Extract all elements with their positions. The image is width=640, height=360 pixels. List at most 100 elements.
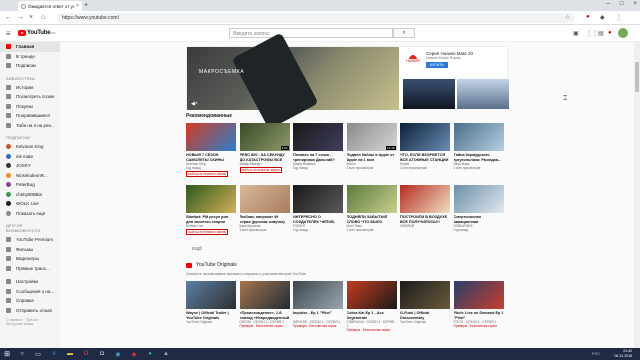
video-card[interactable]: ПОСТРОИЛИ В ВОЗДУХЕ ВСЕ ПОЛУЧИЛОСЬ!!! ОЙО… [400,185,450,235]
video-title[interactable]: ПОДНЯЛИ ЗАБЫТЫЙ СЛОВО ЧТО БЫЛО НЕКОНОМИЧ… [347,215,397,224]
windows-start-icon[interactable]: ⊞ [0,348,14,360]
channel-name[interactable]: Bortbar Live [186,224,236,228]
opera-icon[interactable]: O [78,348,94,360]
sidebar-subscription[interactable]: Показать ещё [0,209,60,219]
url-field[interactable]: https://www.youtube.com/ ☆ [57,13,575,23]
hamburger-menu-icon[interactable]: ≡ [6,29,11,38]
video-title[interactable]: «Происхождение», 1-й эпизод «Непредвиден… [240,311,290,320]
sidebar-item-watch-later[interactable]: Посмотреть позже [0,92,60,102]
video-thumbnail[interactable]: 8:52 [239,123,290,151]
video-title[interactable]: Тайна бермудского треугольника: Разгадка… [454,153,504,162]
video-card[interactable]: Cobra Kai Ep 1 - Ace Degenerate COBRA KAI… [346,281,397,332]
edge-icon[interactable]: e [46,348,62,360]
forward-icon[interactable]: → [17,14,24,21]
video-title[interactable]: G-Funk | Official Documentary [400,311,450,320]
app-icon-3[interactable]: ▲ [158,348,174,360]
search-icon[interactable]: ○ [14,348,30,360]
video-thumbnail[interactable] [453,185,504,213]
sidebar-subscription[interactable]: cheby808Bla [0,190,60,200]
messages-icon[interactable]: ▤ [598,30,604,37]
video-card[interactable]: ИНТЕРЕСНО О СОЗДАТЕЛЯХ ЧИПОВ, ЧИПЫ ДЛЯ И… [293,185,343,235]
video-thumbnail[interactable] [346,185,397,213]
video-card[interactable]: G-Funk | Official Documentary YouTube Ori… [400,281,450,332]
video-card[interactable]: Wayne | Official Trailer | YouTube Origi… [186,281,236,332]
sidebar-item-purchases[interactable]: Покупки [0,102,60,112]
sidebar-item-help[interactable]: Справка [0,296,60,306]
channel-name[interactable]: YouTube Originals [400,320,450,324]
video-thumbnail[interactable] [186,185,236,213]
sidebar-item-settings[interactable]: Настройки [0,277,60,287]
video-card[interactable]: Pitch: Live on Demand Ep 1 "Pilot" PITCH … [453,281,504,332]
video-card[interactable]: Плевать на 7 сезон - тренировка Дальний?… [293,123,343,177]
video-card[interactable]: ПОДНЯЛИ ЗАБЫТЫЙ СЛОВО ЧТО БЫЛО НЕКОНОМИЧ… [346,185,397,235]
video-title[interactable]: ЧТО, ЕСЛИ ВЗОРВЕТСЯ ВСЕ АТОМНЫЕ СТАНЦИИ … [400,153,450,162]
video-title[interactable]: Pitch: Live on Demand Ep 1 "Pilot" [454,311,504,320]
video-card[interactable]: 12:48 Подвел баблы в Apple от Apple на 1 … [346,123,397,177]
channel-name[interactable]: YouTube Originals [186,320,236,324]
video-thumbnail[interactable] [453,123,504,151]
video-title[interactable]: ИНТЕРЕСНО О СОЗДАТЕЛЯХ ЧИПОВ, ЧИПЫ ДЛЯ И… [293,215,343,224]
video-card[interactable]: Starfast: PM ресун рип для золотого скор… [186,185,236,235]
sidebar-item-subscriptions[interactable]: Подписки [0,61,60,71]
video-title[interactable]: PERC 800 - ЗА СЕКУНДУ ДО КАТАСТРОФЫ ВСЕ … [240,153,290,162]
notifications-icon[interactable]: ● [608,30,612,36]
sidebar-item-trending[interactable]: В тренде [0,52,60,62]
mute-icon[interactable]: ◀× [191,101,198,107]
sidebar-subscription[interactable]: WOLK Live [0,199,60,209]
video-card[interactable]: НОВЫЙ 7 СЕЗОН САМОЛЕТЫ СКИНЫ ОБЗОР ...Ke… [186,123,236,177]
video-thumbnail[interactable] [400,123,450,151]
sidebar-subscription[interactable]: NickelodeonR... [0,171,60,181]
clock[interactable]: 21:40 06.12.2018 [614,349,632,359]
new-tab-button[interactable]: + [84,2,88,9]
sidebar-item-gaming[interactable]: Видеоигры [0,254,60,264]
store-icon[interactable]: ◘ [94,348,110,360]
chrome-icon[interactable]: ◉ [110,348,126,360]
ad-thumbnail[interactable] [403,79,455,109]
buy-button[interactable]: КУПИТЬ [426,61,448,68]
video-title[interactable]: Любовь напрокат 49 серия (русская озвучк… [240,215,290,224]
video-title[interactable]: Wayne | Official Trailer | YouTube Origi… [186,311,236,320]
sidebar-item-playlist[interactable]: Таби на я на рен... [0,121,60,131]
video-title[interactable]: Плевать на 7 сезон - тренировка Дальний?… [293,153,343,162]
app-icon-2[interactable]: ● [142,348,158,360]
video-thumbnail[interactable] [293,281,343,309]
video-thumbnail[interactable] [346,281,397,309]
sidebar-subscription[interactable]: JOSKY [0,161,60,171]
video-title[interactable]: Смертоносная авиационная катастрофа... [454,215,504,224]
reload-icon[interactable]: × [29,14,33,21]
extension-icon[interactable]: ● [586,14,590,20]
ad-banner[interactable]: МАКРОСЪЕМКА ◀× HUAWEI Серия Huawei Mate … [186,32,509,130]
sidebar-item-movies[interactable]: Фильмы [0,245,60,255]
sidebar-subscription[interactable]: ink mate [0,152,60,162]
video-thumbnail[interactable] [293,185,343,213]
video-card[interactable]: ЧТО, ЕСЛИ ВЗОРВЕТСЯ ВСЕ АТОМНЫЕ СТАНЦИИ … [400,123,450,177]
apps-icon[interactable]: ⋮⋮ [586,30,598,37]
video-thumbnail[interactable] [239,185,290,213]
sidebar-item-history[interactable]: История [0,83,60,93]
search-input[interactable]: Введите запрос [229,28,393,38]
video-title[interactable]: Starfast: PM ресун рип для золотого скор… [186,215,236,224]
app-icon[interactable]: ◆ [126,348,142,360]
sidebar-item-premium[interactable]: YouTube Premium [0,235,60,245]
channel-name[interactable]: COBRA KAI · СЕЗОН 1 · СЕРИЯ 1 [347,320,397,328]
folder-icon[interactable]: ▬ [62,348,78,360]
video-card[interactable]: 8:52 PERC 800 - ЗА СЕКУНДУ ДО КАТАСТРОФЫ … [239,123,290,177]
video-thumbnail[interactable] [453,281,504,309]
video-thumbnail[interactable] [293,123,343,151]
video-title[interactable]: Подвел баблы в Apple от Apple на 1 мин [347,153,397,162]
video-title[interactable]: Cobra Kai Ep 1 - Ace Degenerate [347,311,397,320]
video-card[interactable]: Смертоносная авиационная катастрофа...НО… [453,185,504,235]
video-card[interactable]: Любовь напрокат 49 серия (русская озвучк… [239,185,290,235]
close-window-icon[interactable]: × [633,1,637,7]
extension-icon-2[interactable]: ◆ [600,14,605,21]
video-card[interactable]: Тайна бермудского треугольника: Разгадка… [453,123,504,177]
sidebar-item-feedback[interactable]: Отправить отзыв [0,306,60,316]
home-icon[interactable]: ⌂ [41,14,45,21]
scrollbar-thumb[interactable] [635,62,639,92]
close-tab-icon[interactable]: × [76,3,79,9]
video-thumbnail[interactable] [186,281,236,309]
avatar[interactable] [618,28,628,38]
upload-icon[interactable]: ▣ [573,30,579,37]
video-thumbnail[interactable] [400,185,450,213]
browser-tab[interactable]: Ожидается ответ от ус × [18,1,82,11]
